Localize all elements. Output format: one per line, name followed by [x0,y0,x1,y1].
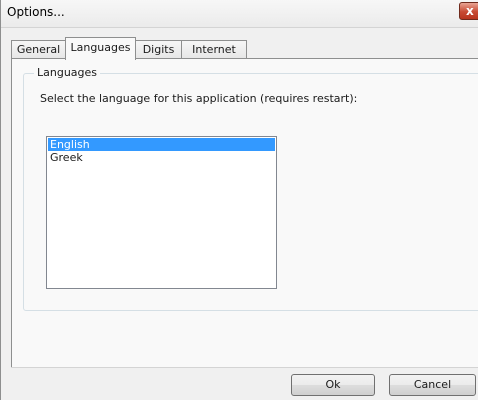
close-icon: x [466,4,474,18]
languages-group-legend: Languages [34,66,101,79]
list-item-english[interactable]: English [48,138,275,151]
tab-internet[interactable]: Internet [181,40,247,59]
language-listbox[interactable]: English Greek [46,136,277,289]
title-bar[interactable]: Options... x [1,0,478,28]
cancel-button[interactable]: Cancel [389,374,476,396]
ok-button[interactable]: Ok [291,374,375,396]
footer-divider [11,367,478,368]
tab-languages[interactable]: Languages [65,37,136,60]
tab-digits[interactable]: Digits [135,40,182,59]
window-title: Options... [7,5,65,19]
tab-general[interactable]: General [11,40,66,59]
close-button[interactable]: x [459,2,478,20]
language-instruction: Select the language for this application… [40,92,358,105]
list-item-greek[interactable]: Greek [48,151,275,164]
options-dialog: Options... x General Languages Digits In… [0,0,478,400]
